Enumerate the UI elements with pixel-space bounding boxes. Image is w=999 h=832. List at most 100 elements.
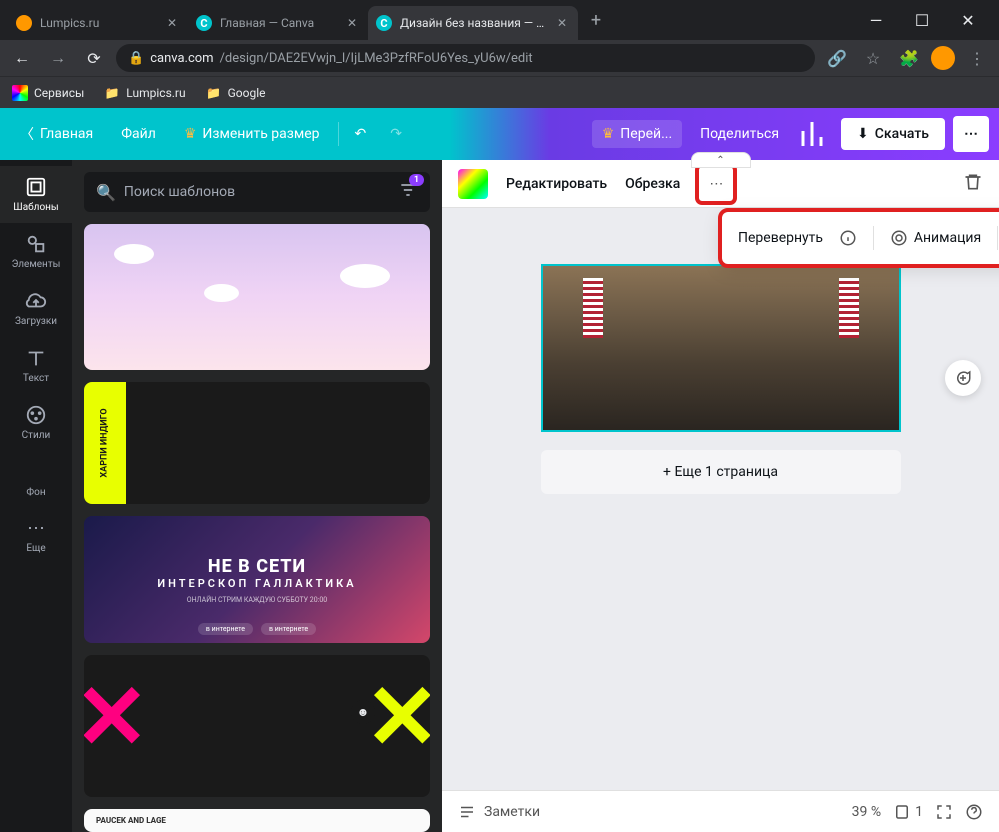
template-item[interactable]: ХАРПИ ИНДИГО (84, 382, 430, 504)
side-nav: Шаблоны Элементы Загрузки Текст Стили Фо… (0, 160, 72, 832)
notes-label: Заметки (484, 804, 540, 820)
notes-button[interactable]: Заметки (458, 803, 540, 821)
bookmark-star-button[interactable]: ☆ (859, 44, 887, 72)
template-item[interactable]: НЕ В СЕТИ ИНТЕРСКОП ГАЛЛАКТИКА ОНЛАЙН СТ… (84, 516, 430, 643)
new-tab-button[interactable]: + (582, 6, 610, 34)
share-button[interactable]: Поделиться (690, 120, 789, 148)
lock-icon: 🔒 (128, 51, 144, 66)
filter-button[interactable]: 1 (398, 180, 418, 204)
more-button[interactable]: ⋯ (953, 116, 989, 152)
close-icon[interactable]: ✕ (554, 15, 570, 31)
design-canvas[interactable] (541, 264, 901, 432)
minimize-button[interactable]: — (861, 11, 891, 30)
template-caption: ОНЛАЙН СТРИМ КАЖДУЮ СУББОТУ 20:00 (187, 596, 327, 604)
info-button[interactable] (839, 229, 857, 247)
trash-icon (963, 172, 983, 192)
profile-avatar[interactable] (931, 46, 955, 70)
add-page-button[interactable]: + Еще 1 страница (541, 450, 901, 494)
nav-label: Стили (22, 430, 51, 441)
fullscreen-icon (935, 803, 953, 821)
context-popup: Перевернуть Анимация 5.0 с (722, 212, 999, 264)
nav-reload-button[interactable]: ⟳ (80, 44, 108, 72)
edit-image-button[interactable]: Редактировать (506, 176, 607, 192)
nav-templates[interactable]: Шаблоны (0, 166, 72, 223)
more-icon: ⋯ (27, 518, 45, 539)
nav-label: Еще (26, 543, 45, 554)
insights-button[interactable] (797, 116, 833, 152)
search-box[interactable]: 🔍 1 (84, 172, 430, 212)
browser-tab-2[interactable]: C Главная — Canva ✕ (188, 6, 368, 40)
delete-button[interactable] (963, 172, 983, 196)
apps-icon (12, 85, 28, 101)
nav-more[interactable]: ⋯ Еще (0, 508, 72, 564)
page-count: 1 (915, 804, 923, 820)
url-input[interactable]: 🔒 canva.com/design/DAE2EVwjn_l/IjLMe3Pzf… (116, 44, 815, 72)
maximize-button[interactable]: ☐ (907, 11, 937, 30)
help-icon (965, 803, 983, 821)
favicon-icon: C (196, 15, 212, 31)
resize-button[interactable]: ♛Изменить размер (174, 120, 330, 148)
template-badge: в интернете (261, 623, 316, 635)
add-comment-button[interactable] (945, 360, 981, 396)
separator (338, 122, 339, 146)
templates-panel: 🔍 1 ХАРПИ ИНДИГО НЕ (72, 160, 442, 832)
file-menu[interactable]: Файл (111, 120, 166, 148)
browser-menu-button[interactable]: ⋮ (963, 44, 991, 72)
folder-icon: 📁 (206, 85, 222, 101)
animation-label: Анимация (914, 230, 981, 246)
separator (997, 226, 998, 250)
favicon-icon: C (376, 15, 392, 31)
bookmark-label: Сервисы (34, 86, 84, 100)
nav-styles[interactable]: Стили (0, 394, 72, 451)
app-body: Шаблоны Элементы Загрузки Текст Стили Фо… (0, 160, 999, 832)
animation-button[interactable]: Анимация (890, 229, 981, 247)
template-item[interactable]: ✕✕☻ (84, 655, 430, 796)
nav-back-button[interactable]: ← (8, 44, 36, 72)
browser-tabs: Lumpics.ru ✕ C Главная — Canva ✕ C Дизай… (8, 6, 861, 40)
info-icon (839, 229, 857, 247)
context-more-button[interactable]: ⋯ (698, 166, 734, 202)
template-badge: в интернете (198, 623, 253, 635)
address-bar: ← → ⟳ 🔒 canva.com/design/DAE2EVwjn_l/IjL… (0, 40, 999, 76)
page-count-button[interactable]: 1 (893, 803, 923, 821)
upgrade-button[interactable]: ♛Перей... (592, 120, 682, 148)
close-icon[interactable]: ✕ (344, 15, 360, 31)
undo-button[interactable]: ↶ (347, 120, 375, 148)
url-domain: canva.com (150, 51, 213, 66)
tab-label: Lumpics.ru (40, 16, 156, 30)
bookmark-google[interactable]: 📁Google (202, 83, 270, 103)
templates-list[interactable]: ХАРПИ ИНДИГО НЕ В СЕТИ ИНТЕРСКОП ГАЛЛАКТ… (72, 224, 442, 832)
crop-button[interactable]: Обрезка (625, 176, 680, 192)
nav-elements[interactable]: Элементы (0, 223, 72, 280)
cloud-upload-icon (25, 290, 47, 312)
nav-forward-button[interactable]: → (44, 44, 72, 72)
fullscreen-button[interactable] (935, 803, 953, 821)
template-item[interactable]: PAUCEK AND LAGE (84, 809, 430, 832)
color-swatch[interactable] (458, 169, 488, 199)
footer-handle[interactable]: ⌃ (691, 152, 751, 168)
canva-app: 〈Главная Файл ♛Изменить размер ↶ ↷ ♛Пере… (0, 108, 999, 832)
browser-tab-3[interactable]: C Дизайн без названия — 1024 ✕ (368, 6, 578, 40)
browser-tab-1[interactable]: Lumpics.ru ✕ (8, 6, 188, 40)
canvas-body[interactable]: + Еще 1 страница (442, 208, 999, 790)
bookmark-apps[interactable]: Сервисы (8, 83, 88, 103)
canvas-footer: ⌃ Заметки 39 % 1 (442, 790, 999, 832)
nav-background[interactable]: Фон (0, 451, 72, 508)
bookmark-lumpics[interactable]: 📁Lumpics.ru (100, 83, 189, 103)
extensions-button[interactable]: 🧩 (895, 44, 923, 72)
flip-button[interactable]: Перевернуть (738, 230, 823, 246)
search-input[interactable] (124, 184, 390, 200)
close-window-button[interactable]: ✕ (953, 11, 983, 30)
redo-button[interactable]: ↷ (382, 120, 410, 148)
window-controls: — ☐ ✕ (861, 11, 991, 30)
nav-text[interactable]: Текст (0, 337, 72, 394)
nav-uploads[interactable]: Загрузки (0, 280, 72, 337)
resize-label: Изменить размер (202, 126, 319, 142)
home-button[interactable]: 〈Главная (10, 118, 103, 150)
download-button[interactable]: ⬇Скачать (841, 118, 945, 150)
share-button[interactable]: 🔗 (823, 44, 851, 72)
close-icon[interactable]: ✕ (164, 15, 180, 31)
template-item[interactable] (84, 224, 430, 370)
zoom-level[interactable]: 39 % (852, 804, 881, 820)
help-button[interactable] (965, 803, 983, 821)
